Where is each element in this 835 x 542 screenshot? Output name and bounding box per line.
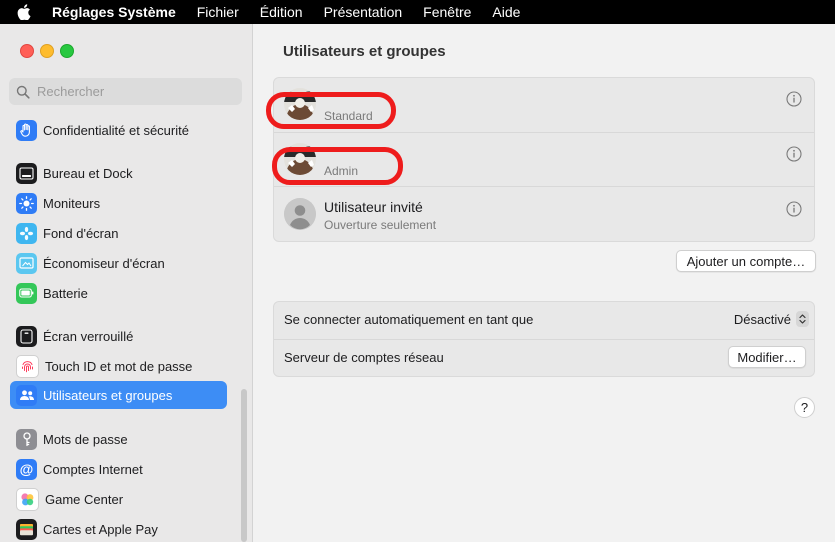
sidebar: Confidentialité et sécurité Bureau et Do… [0, 24, 253, 542]
user-row-guest[interactable]: Utilisateur invité Ouverture seulement [274, 186, 814, 241]
sidebar-item-internet-accounts[interactable]: @ Comptes Internet [10, 455, 227, 483]
zoom-window-button[interactable] [60, 44, 74, 58]
sidebar-item-label: Moniteurs [43, 195, 101, 211]
user-name: Utilisateur invité [324, 199, 423, 215]
sidebar-item-label: Économiseur d'écran [43, 255, 165, 271]
dock-icon [16, 162, 37, 184]
info-icon[interactable] [786, 91, 802, 107]
login-settings-group: Se connecter automatiquement en tant que… [273, 301, 815, 377]
annotation-highlight-admin [272, 147, 403, 185]
sidebar-item-label: Écran verrouillé [43, 328, 134, 344]
annotation-highlight-standard [266, 92, 396, 129]
menu-file[interactable]: Fichier [197, 4, 239, 20]
sun-icon [16, 192, 37, 214]
menu-edit[interactable]: Édition [260, 4, 303, 20]
minimize-window-button[interactable] [40, 44, 54, 58]
info-icon[interactable] [786, 201, 802, 217]
menu-app-name[interactable]: Réglages Système [52, 4, 176, 20]
sidebar-item-label: Bureau et Dock [43, 165, 133, 181]
main-pane: Utilisateurs et groupes Standard Admin U… [253, 24, 835, 542]
hand-icon [16, 119, 37, 141]
sidebar-item-label: Mots de passe [43, 431, 128, 447]
network-server-row: Serveur de comptes réseau Modifier… [274, 339, 814, 376]
sidebar-item-lock-screen[interactable]: Écran verrouillé [10, 322, 227, 350]
search-field[interactable] [9, 78, 242, 105]
add-account-button[interactable]: Ajouter un compte… [676, 250, 816, 272]
at-icon: @ [16, 458, 37, 480]
sidebar-item-touch-id[interactable]: Touch ID et mot de passe [10, 352, 227, 380]
autologin-row: Se connecter automatiquement en tant que… [274, 302, 814, 338]
sidebar-scrollbar[interactable] [241, 389, 247, 542]
magnifier-icon [16, 85, 30, 99]
screensaver-icon [16, 252, 37, 274]
help-button[interactable]: ? [794, 397, 815, 418]
apple-logo-icon[interactable] [17, 4, 31, 20]
close-window-button[interactable] [20, 44, 34, 58]
key-icon [16, 428, 37, 450]
sidebar-item-wallet[interactable]: Cartes et Apple Pay [10, 515, 227, 542]
sidebar-item-label: Confidentialité et sécurité [43, 122, 189, 138]
info-icon[interactable] [786, 146, 802, 162]
sidebar-item-label: Comptes Internet [43, 461, 143, 477]
page-title: Utilisateurs et groupes [283, 43, 446, 60]
sidebar-item-privacy[interactable]: Confidentialité et sécurité [10, 116, 227, 144]
menu-help[interactable]: Aide [492, 4, 520, 20]
autologin-label: Se connecter automatiquement en tant que [284, 312, 534, 327]
search-input[interactable] [37, 84, 227, 99]
lock-screen-icon [16, 325, 37, 347]
sidebar-item-label: Game Center [45, 491, 124, 507]
sidebar-item-label: Touch ID et mot de passe [45, 358, 193, 374]
fingerprint-icon [16, 354, 39, 378]
guest-avatar [284, 198, 316, 230]
sidebar-item-label: Cartes et Apple Pay [43, 521, 158, 537]
modify-button[interactable]: Modifier… [728, 346, 806, 368]
user-role: Ouverture seulement [324, 218, 437, 232]
autologin-value: Désactivé [733, 311, 791, 327]
battery-icon [16, 282, 37, 304]
menu-window[interactable]: Fenêtre [423, 4, 471, 20]
sidebar-item-displays[interactable]: Moniteurs [10, 189, 227, 217]
sidebar-item-desktop-dock[interactable]: Bureau et Dock [10, 159, 227, 187]
sidebar-item-label: Batterie [43, 285, 88, 301]
autologin-popup[interactable]: Désactivé [734, 311, 809, 327]
game-center-icon [16, 487, 39, 511]
menu-view[interactable]: Présentation [324, 4, 403, 20]
updown-chevron-icon [796, 311, 809, 327]
menu-bar: Réglages Système Fichier Édition Présent… [0, 0, 835, 24]
sidebar-item-battery[interactable]: Batterie [10, 279, 227, 307]
sidebar-item-label: Fond d'écran [43, 225, 119, 241]
network-server-label: Serveur de comptes réseau [284, 350, 444, 365]
sidebar-item-users-groups[interactable]: Utilisateurs et groupes [10, 381, 227, 409]
sidebar-item-screensaver[interactable]: Économiseur d'écran [10, 249, 227, 277]
sidebar-item-game-center[interactable]: Game Center [10, 485, 227, 513]
wallet-icon [16, 518, 37, 540]
sidebar-item-wallpaper[interactable]: Fond d'écran [10, 219, 227, 247]
sidebar-item-passwords[interactable]: Mots de passe [10, 425, 227, 453]
users-icon [16, 384, 37, 406]
flower-icon [16, 222, 37, 244]
sidebar-item-label: Utilisateurs et groupes [43, 387, 173, 403]
